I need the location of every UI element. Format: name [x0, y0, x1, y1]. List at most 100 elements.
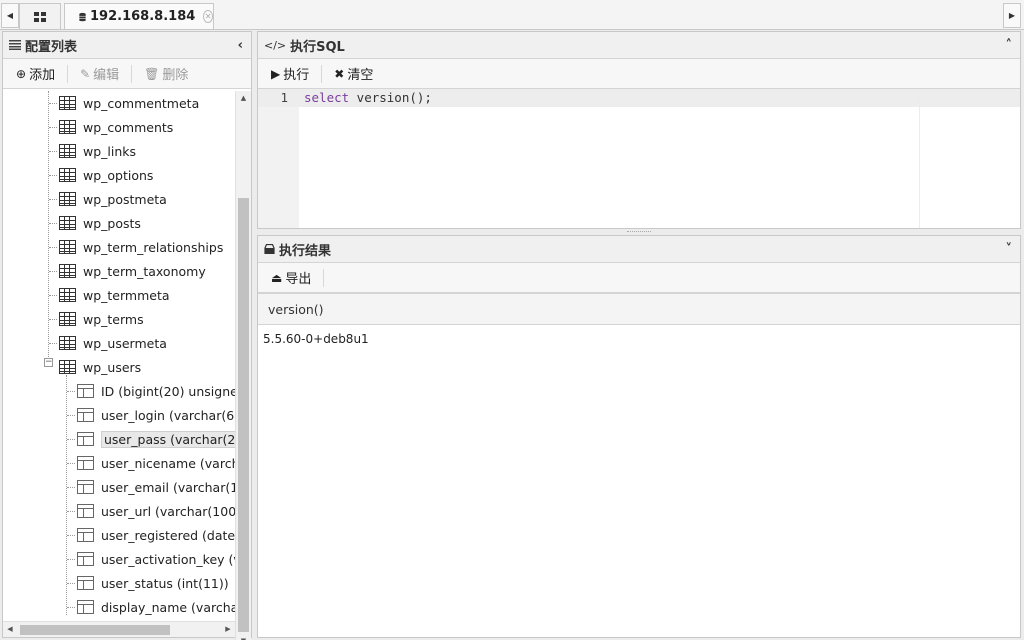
column-icon [77, 576, 94, 590]
tree-column-item[interactable]: user_url (varchar(100)) [67, 499, 246, 523]
column-icon [77, 408, 94, 422]
result-cell[interactable]: 5.5.60-0+deb8u1 [258, 325, 1020, 353]
tree-column-item[interactable]: user_registered (datetir [67, 523, 249, 547]
tab-server[interactable]: 192.168.8.184 ✕ [64, 3, 214, 29]
tree-table-item[interactable]: wp_posts [49, 211, 141, 235]
tree-connector [49, 271, 57, 272]
result-column-header[interactable]: version() [258, 293, 1020, 325]
tree-column-item[interactable]: ID (bigint(20) unsigned [67, 379, 246, 403]
table-icon [59, 360, 76, 374]
edit-button-label: 编辑 [93, 68, 120, 83]
tree-table-item[interactable]: wp_term_taxonomy [49, 259, 206, 283]
tree-connector [49, 199, 57, 200]
tree-table-item[interactable]: wp_term_relationships [49, 235, 223, 259]
trash-icon: 🗑 [144, 66, 160, 81]
tab-scroll-right-button[interactable]: ▶ [1003, 3, 1021, 28]
scroll-left-icon[interactable]: ◀ [3, 622, 17, 637]
tree-vertical-scrollbar[interactable]: ▲ ▼ [235, 91, 251, 640]
tree-table-item[interactable]: wp_links [49, 139, 136, 163]
collapse-down-icon[interactable]: ˅ [1006, 242, 1013, 257]
sql-panel-header: </> 执行SQL ˄ [258, 32, 1020, 59]
tree-table-item[interactable]: wp_commentmeta [49, 91, 199, 115]
table-name: wp_posts [83, 215, 141, 231]
table-name: wp_term_taxonomy [83, 263, 206, 279]
table-name: wp_users [83, 359, 142, 375]
column-name: user_activation_key (va [101, 551, 249, 567]
collapse-node-icon[interactable]: − [44, 358, 53, 367]
tree-table-item[interactable]: wp_terms [49, 307, 144, 331]
tree-column-item[interactable]: user_nicename (varcha [67, 451, 247, 475]
table-icon [59, 336, 76, 350]
print-margin [919, 89, 920, 228]
column-name: user_url (varchar(100)) [101, 503, 246, 519]
tree-connector [49, 223, 57, 224]
table-icon [59, 312, 76, 326]
export-button[interactable]: ⏏ 导出 [266, 268, 316, 288]
close-tab-icon[interactable]: ✕ [203, 10, 213, 23]
clear-button[interactable]: ✖ 清空 [329, 64, 378, 84]
scroll-down-icon[interactable]: ▼ [236, 634, 251, 640]
tree-horizontal-scrollbar[interactable]: ◀ ▶ [3, 621, 235, 637]
delete-button[interactable]: 🗑 删除 [139, 64, 193, 84]
column-icon [77, 456, 94, 470]
result-toolbar: ⏏ 导出 [258, 263, 1020, 293]
tree-column-item[interactable]: display_name (varchar( [67, 595, 248, 619]
scroll-right-icon[interactable]: ▶ [221, 622, 235, 637]
tree-table-item[interactable]: wp_postmeta [49, 187, 167, 211]
tab-bar: ◀ 192.168.8.184 ✕ ▶ [0, 0, 1024, 30]
column-name: ID (bigint(20) unsigned [101, 383, 246, 399]
tree-connector [49, 175, 57, 176]
delete-button-label: 删除 [162, 68, 189, 83]
table-name: wp_postmeta [83, 191, 167, 207]
column-icon [77, 504, 94, 518]
sql-editor[interactable]: 1 select version(); [258, 89, 1020, 228]
edit-button[interactable]: ✎ 编辑 [75, 64, 124, 84]
plus-circle-icon: ⊕ [16, 66, 27, 81]
tree-column-item[interactable]: user_email (varchar(10 [67, 475, 246, 499]
column-name: user_pass (varchar(255 [101, 430, 251, 448]
tree-table-item[interactable]: wp_termmeta [49, 283, 170, 307]
run-button[interactable]: ▶ 执行 [266, 64, 314, 84]
table-name: wp_terms [83, 311, 144, 327]
config-list-title: 配置列表 [25, 39, 78, 55]
column-name: user_registered (datetir [101, 527, 249, 543]
tree-connector [49, 151, 57, 152]
tree-connector [49, 103, 57, 104]
tree-connector [67, 487, 75, 488]
toolbar-divider [323, 268, 325, 287]
tree-column-item[interactable]: user_login (varchar(60) [67, 403, 247, 427]
tree-column-item[interactable]: user_activation_key (va [67, 547, 248, 571]
tree-table-item[interactable]: wp_comments [49, 115, 173, 139]
tree-connector [49, 247, 57, 248]
add-button[interactable]: ⊕ 添加 [11, 64, 60, 84]
scroll-up-icon[interactable]: ▲ [236, 91, 251, 105]
tab-scroll-left-button[interactable]: ◀ [1, 3, 19, 28]
schema-tree: wp_commentmeta wp_comments wp_links wp_o… [3, 91, 251, 637]
table-icon [59, 240, 76, 254]
scroll-thumb[interactable] [238, 198, 249, 632]
result-panel-header: 执行结果 ˅ [258, 236, 1020, 263]
code-icon: </> [264, 38, 287, 52]
sql-panel-title: 执行SQL [290, 39, 345, 55]
inbox-icon [264, 244, 275, 254]
tab-home[interactable] [19, 3, 61, 29]
tree-table-item[interactable]: wp_usermeta [49, 331, 167, 355]
sql-code-line[interactable]: select version(); [304, 89, 432, 107]
tree-column-item-selected[interactable]: user_pass (varchar(255 [67, 427, 251, 451]
tree-table-item[interactable]: wp_options [49, 163, 153, 187]
column-name: user_login (varchar(60) [101, 407, 247, 423]
config-list-header: 配置列表 ‹ [3, 32, 251, 59]
tree-table-item-expanded[interactable]: wp_users [59, 355, 141, 379]
tree-connector [67, 559, 75, 560]
splitter-grip[interactable] [627, 231, 651, 233]
column-icon [77, 384, 94, 398]
result-panel: 执行结果 ˅ ⏏ 导出 version() 5.5.60-0+deb8u1 [257, 235, 1021, 638]
tree-connector [49, 127, 57, 128]
collapse-up-icon[interactable]: ˄ [1006, 38, 1013, 53]
scroll-thumb[interactable] [20, 625, 170, 635]
collapse-left-icon[interactable]: ‹ [238, 38, 243, 53]
table-icon [59, 96, 76, 110]
tree-column-item[interactable]: user_status (int(11)) [67, 571, 229, 595]
table-name: wp_links [83, 143, 137, 159]
tree-connector [49, 343, 57, 344]
